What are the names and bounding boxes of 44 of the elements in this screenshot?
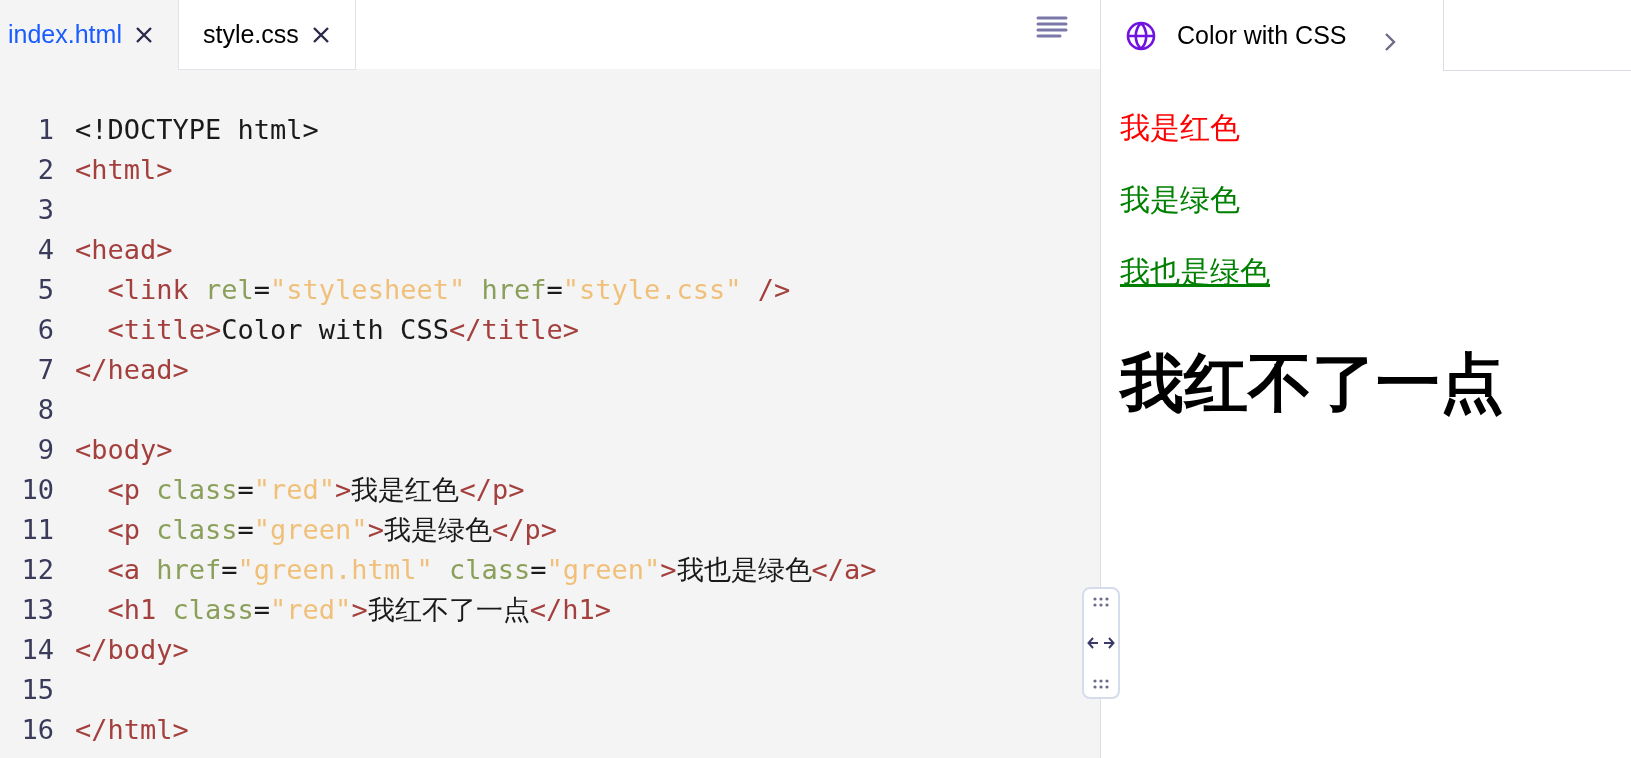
line-number: 10 bbox=[20, 472, 54, 507]
line-number: 12 bbox=[20, 552, 54, 587]
line-number: 11 bbox=[20, 512, 54, 547]
code-line: <a href="green.html" class="green">我也是绿色</a> bbox=[106, 552, 877, 587]
line-number: 3 bbox=[36, 192, 54, 227]
line-number: 1 bbox=[36, 112, 54, 147]
code-line: <html> bbox=[75, 152, 173, 187]
code-line: </body> bbox=[75, 632, 189, 667]
resize-arrows-icon bbox=[1087, 636, 1115, 650]
code-line: <head> bbox=[75, 232, 173, 267]
code-line: </head> bbox=[75, 352, 189, 387]
close-icon[interactable] bbox=[133, 25, 154, 45]
line-number: 6 bbox=[36, 312, 54, 347]
code-line: <h1 class="red">我红不了一点</h1> bbox=[106, 592, 611, 627]
grip-icon bbox=[1093, 679, 1109, 689]
globe-icon bbox=[1125, 19, 1157, 52]
code-line: <p class="red">我是红色</p> bbox=[106, 472, 525, 507]
grip-icon bbox=[1093, 597, 1109, 607]
line-number: 2 bbox=[36, 152, 54, 187]
code-line: </html> bbox=[75, 712, 189, 747]
close-icon[interactable] bbox=[310, 24, 331, 45]
paragraph-text: 我是绿色 bbox=[1120, 182, 1240, 218]
line-number: 4 bbox=[36, 232, 54, 267]
resize-handle[interactable] bbox=[1082, 587, 1120, 699]
line-number: 16 bbox=[20, 712, 54, 747]
line-number: 7 bbox=[36, 352, 54, 387]
line-number: 5 bbox=[36, 272, 54, 307]
code-line: <title>Color with CSS</title> bbox=[106, 312, 579, 347]
code-line: <link rel="stylesheet" href="style.css" /> bbox=[106, 272, 791, 307]
code-line: <p class="green">我是绿色</p> bbox=[106, 512, 557, 547]
line-number: 9 bbox=[36, 432, 54, 467]
file-tab[interactable]: style.css bbox=[177, 0, 356, 70]
line-number: 15 bbox=[20, 672, 54, 707]
file-tab[interactable]: index.html bbox=[0, 0, 178, 70]
menu-icon[interactable] bbox=[1036, 16, 1068, 38]
line-number: 13 bbox=[20, 592, 54, 627]
code-line: <!DOCTYPE html> bbox=[75, 112, 319, 147]
line-number: 14 bbox=[20, 632, 54, 667]
chevron-right-icon[interactable] bbox=[1382, 30, 1397, 53]
paragraph-text: 我是红色 bbox=[1120, 110, 1240, 146]
code-line: <body> bbox=[75, 432, 173, 467]
heading-text: 我红不了一点 bbox=[1120, 346, 1504, 421]
link[interactable]: 我也是绿色 bbox=[1120, 251, 1270, 293]
line-number: 8 bbox=[36, 392, 54, 427]
